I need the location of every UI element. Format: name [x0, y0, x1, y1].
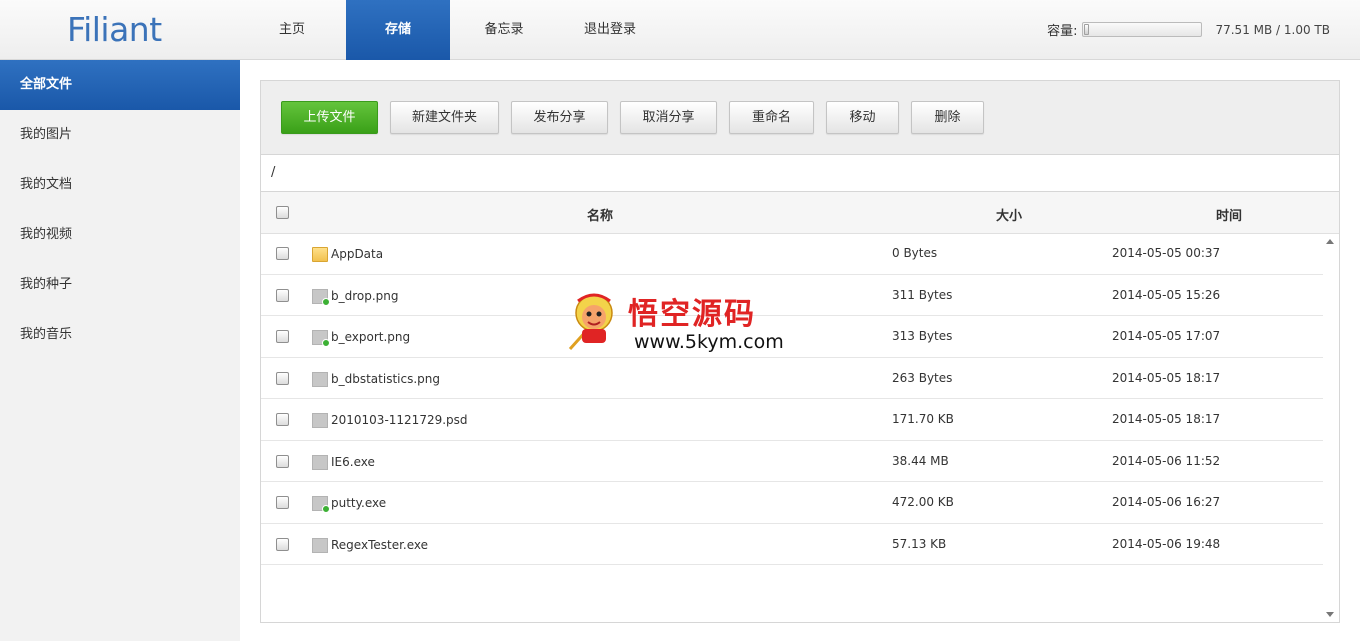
- table-row[interactable]: 2010103-1121729.psd 171.70 KB 2014-05-05…: [261, 399, 1323, 441]
- scroll-up-icon[interactable]: [1326, 239, 1334, 244]
- file-name[interactable]: b_export.png: [331, 330, 410, 344]
- capacity-usage-text: 77.51 MB / 1.00 TB: [1215, 22, 1330, 37]
- sidebar-item-torrents[interactable]: 我的种子: [0, 260, 240, 310]
- file-name[interactable]: putty.exe: [331, 496, 386, 510]
- table-header: 名称 大小 时间: [261, 192, 1339, 234]
- file-name[interactable]: b_drop.png: [331, 289, 399, 303]
- sidebar-item-videos[interactable]: 我的视频: [0, 210, 240, 260]
- file-time: 2014-05-05 18:17: [1112, 412, 1221, 426]
- nav-item-memo[interactable]: 备忘录: [452, 0, 556, 60]
- main-nav: 主页 存储 备忘录 退出登录: [240, 0, 664, 60]
- table-row[interactable]: IE6.exe 38.44 MB 2014-05-06 11:52: [261, 441, 1323, 482]
- sidebar-item-documents[interactable]: 我的文档: [0, 160, 240, 210]
- file-time: 2014-05-05 18:17: [1112, 370, 1221, 385]
- move-button[interactable]: 移动: [826, 101, 899, 134]
- unshare-button[interactable]: 取消分享: [620, 101, 717, 134]
- nav-item-logout[interactable]: 退出登录: [558, 0, 662, 60]
- monkey-king-logo-icon: [568, 293, 613, 351]
- file-icon: [312, 413, 328, 428]
- toolbar: 上传文件 新建文件夹 发布分享 取消分享 重命名 移动 删除: [261, 81, 1339, 155]
- new-folder-button[interactable]: 新建文件夹: [390, 101, 499, 134]
- file-name[interactable]: RegexTester.exe: [331, 538, 428, 552]
- nav-item-home[interactable]: 主页: [240, 0, 344, 60]
- file-name[interactable]: IE6.exe: [331, 455, 375, 469]
- row-checkbox[interactable]: [276, 413, 289, 426]
- scroll-down-icon[interactable]: [1326, 612, 1334, 617]
- table-row[interactable]: putty.exe 472.00 KB 2014-05-06 16:27: [261, 482, 1323, 524]
- share-button[interactable]: 发布分享: [511, 101, 608, 134]
- file-list-scrollbar[interactable]: [1323, 233, 1337, 623]
- row-checkbox[interactable]: [276, 288, 289, 302]
- file-panel: 上传文件 新建文件夹 发布分享 取消分享 重命名 移动 删除 / 名称 大小 时…: [260, 80, 1340, 623]
- file-time: 2014-05-05 15:26: [1112, 287, 1221, 302]
- row-checkbox[interactable]: [276, 247, 289, 260]
- capacity-progress-bar: [1082, 22, 1203, 37]
- sidebar-item-all-files[interactable]: 全部文件: [0, 60, 240, 110]
- file-size: 313 Bytes: [892, 329, 953, 343]
- file-time: 2014-05-05 17:07: [1112, 329, 1221, 343]
- table-row[interactable]: b_dbstatistics.png 263 Bytes 2014-05-05 …: [261, 358, 1323, 399]
- file-size: 472.00 KB: [892, 495, 954, 509]
- file-size: 171.70 KB: [892, 412, 954, 426]
- row-checkbox[interactable]: [276, 496, 289, 509]
- app-logo[interactable]: Filiant: [67, 10, 162, 49]
- file-size: 311 Bytes: [892, 287, 953, 302]
- sidebar: 全部文件 我的图片 我的文档 我的视频 我的种子 我的音乐: [0, 60, 240, 641]
- file-name[interactable]: b_dbstatistics.png: [331, 372, 440, 386]
- select-all-checkbox[interactable]: [276, 206, 289, 219]
- table-row[interactable]: AppData 0 Bytes 2014-05-05 00:37: [261, 233, 1323, 275]
- capacity-indicator: 容量: 77.51 MB / 1.00 TB: [1047, 20, 1330, 39]
- watermark-title: 悟空源码: [628, 297, 756, 332]
- file-size: 263 Bytes: [892, 370, 953, 385]
- row-checkbox[interactable]: [276, 371, 289, 385]
- row-checkbox[interactable]: [276, 454, 289, 468]
- shared-file-icon: [312, 288, 330, 306]
- sidebar-item-pictures[interactable]: 我的图片: [0, 110, 240, 160]
- file-size: 57.13 KB: [892, 536, 947, 551]
- capacity-progress-fill: [1084, 24, 1090, 35]
- watermark-url: www.5kym.com: [634, 331, 784, 353]
- file-name[interactable]: 2010103-1121729.psd: [331, 413, 468, 427]
- file-time: 2014-05-06 11:52: [1112, 453, 1221, 468]
- upload-button[interactable]: 上传文件: [281, 101, 378, 134]
- column-header-size[interactable]: 大小: [996, 205, 1022, 224]
- file-time: 2014-05-06 16:27: [1112, 495, 1221, 509]
- watermark: 悟空源码 www.5kym.com: [566, 287, 796, 357]
- file-time: 2014-05-06 19:48: [1112, 536, 1221, 551]
- row-checkbox[interactable]: [276, 537, 289, 551]
- column-header-name[interactable]: 名称: [587, 205, 613, 224]
- file-size: 0 Bytes: [892, 246, 938, 260]
- file-icon: [312, 371, 328, 387]
- sidebar-item-music[interactable]: 我的音乐: [0, 310, 240, 360]
- shared-file-icon: [312, 330, 330, 347]
- top-bar: Filiant 主页 存储 备忘录 退出登录 容量: 77.51 MB / 1.…: [0, 0, 1360, 60]
- nav-item-storage[interactable]: 存储: [346, 0, 450, 60]
- row-checkbox[interactable]: [276, 330, 289, 343]
- delete-button[interactable]: 删除: [911, 101, 984, 134]
- shared-file-icon: [312, 496, 330, 513]
- breadcrumb-path: /: [261, 155, 1339, 192]
- file-name[interactable]: AppData: [331, 247, 383, 261]
- file-icon: [312, 537, 328, 553]
- file-size: 38.44 MB: [892, 453, 949, 468]
- file-icon: [312, 454, 328, 470]
- capacity-label: 容量:: [1047, 24, 1078, 39]
- file-time: 2014-05-05 00:37: [1112, 246, 1221, 260]
- rename-button[interactable]: 重命名: [729, 101, 814, 134]
- column-header-time[interactable]: 时间: [1216, 205, 1242, 224]
- folder-icon: [312, 247, 328, 262]
- table-row[interactable]: RegexTester.exe 57.13 KB 2014-05-06 19:4…: [261, 524, 1323, 565]
